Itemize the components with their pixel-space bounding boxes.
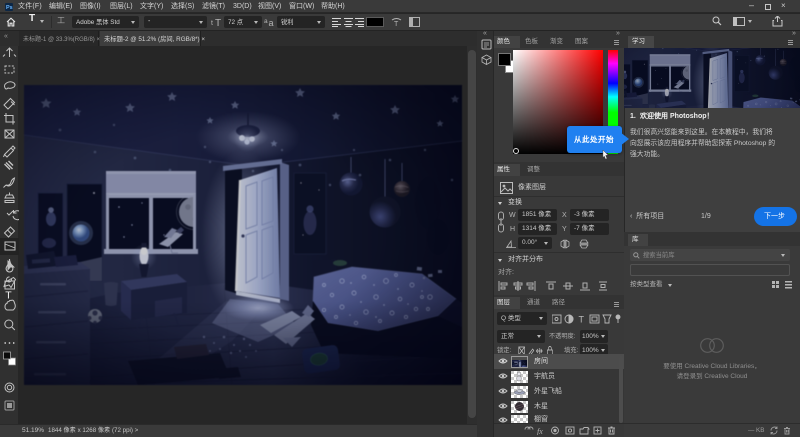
svg-text:t: t xyxy=(211,20,213,27)
svg-text:a: a xyxy=(269,18,274,27)
svg-text:fx: fx xyxy=(537,427,543,435)
svg-text:a: a xyxy=(264,18,268,25)
svg-text:T: T xyxy=(215,18,221,27)
svg-text:T: T xyxy=(579,315,585,325)
svg-text:T: T xyxy=(5,290,12,302)
svg-text:T: T xyxy=(394,21,399,27)
